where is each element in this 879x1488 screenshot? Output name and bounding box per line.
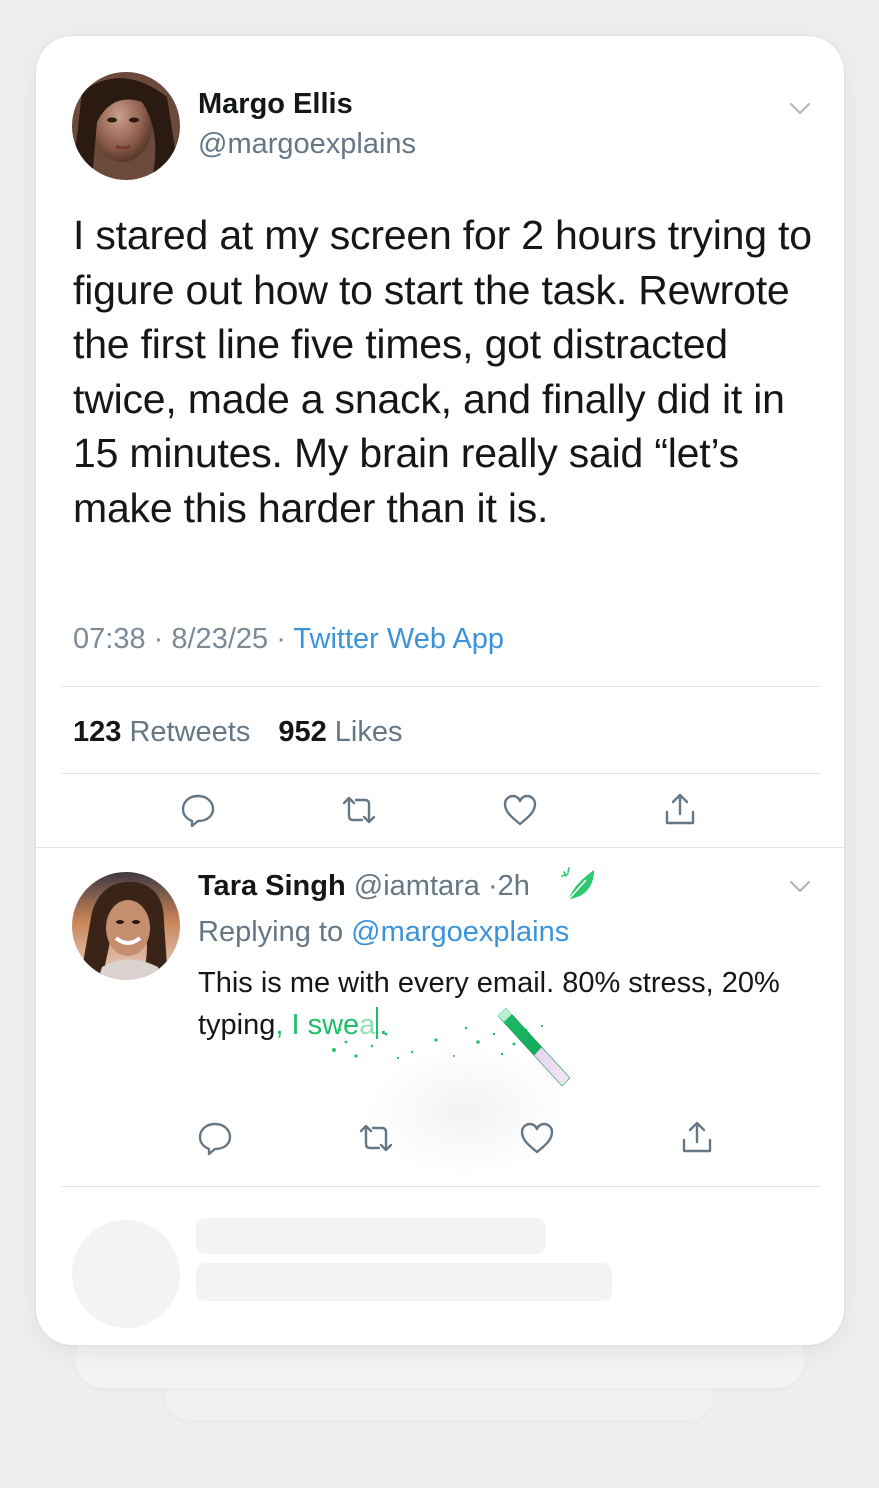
heart-icon[interactable]: [502, 792, 538, 828]
reply-icon[interactable]: [197, 1120, 233, 1156]
author-name[interactable]: Margo Ellis: [198, 88, 353, 121]
chevron-down-icon[interactable]: [789, 102, 811, 116]
share-icon[interactable]: [662, 792, 698, 828]
meta-separator: ·: [276, 623, 286, 655]
replying-to: Replying to @margoexplains: [198, 916, 569, 949]
divider: [36, 847, 844, 848]
reply-author-avatar[interactable]: [72, 872, 180, 980]
tweet-meta: 07:38 · 8/23/25 · Twitter Web App: [73, 623, 504, 656]
tweet-card: Margo Ellis @margoexplains I stared at m…: [36, 36, 844, 1345]
reply-age: ·2h: [487, 870, 530, 902]
leaf-icon: [561, 867, 594, 901]
divider: [61, 773, 821, 774]
divider: [61, 1186, 821, 1187]
retweets-count: 123: [73, 716, 122, 748]
magic-wand-icon: [497, 1007, 571, 1087]
tweet-date: 8/23/25: [171, 623, 269, 655]
reply-author-handle[interactable]: @iamtara: [354, 870, 480, 902]
reply-header: Tara Singh @iamtara ·2h: [198, 870, 530, 903]
author-avatar[interactable]: [72, 72, 180, 180]
retweets-label: Retweets: [129, 716, 251, 748]
tweet-source-link[interactable]: Twitter Web App: [293, 623, 504, 655]
tweet-text: I stared at my screen for 2 hours trying…: [73, 212, 812, 531]
replying-handle-link[interactable]: @margoexplains: [351, 916, 569, 948]
tweet-stats: 123 Retweets 952 Likes: [73, 716, 403, 749]
skeleton-line: [196, 1218, 546, 1254]
skeleton-avatar: [72, 1220, 180, 1328]
replying-label: Replying to: [198, 916, 344, 948]
retweet-icon[interactable]: [341, 792, 377, 828]
tweet-time: 07:38: [73, 623, 146, 655]
meta-separator: ·: [153, 623, 164, 655]
likes-count: 952: [278, 716, 327, 748]
share-icon[interactable]: [679, 1120, 715, 1156]
reply-icon[interactable]: [180, 792, 216, 828]
skeleton-line: [196, 1263, 612, 1301]
divider: [61, 686, 821, 687]
heart-icon[interactable]: [519, 1120, 555, 1156]
likes-stat[interactable]: 952 Likes: [278, 716, 402, 748]
retweet-icon[interactable]: [358, 1120, 394, 1156]
reply-author-name[interactable]: Tara Singh: [198, 870, 346, 902]
chevron-down-icon[interactable]: [789, 880, 811, 894]
likes-label: Likes: [334, 716, 403, 748]
author-handle[interactable]: @margoexplains: [198, 128, 416, 161]
retweets-stat[interactable]: 123 Retweets: [73, 716, 250, 748]
